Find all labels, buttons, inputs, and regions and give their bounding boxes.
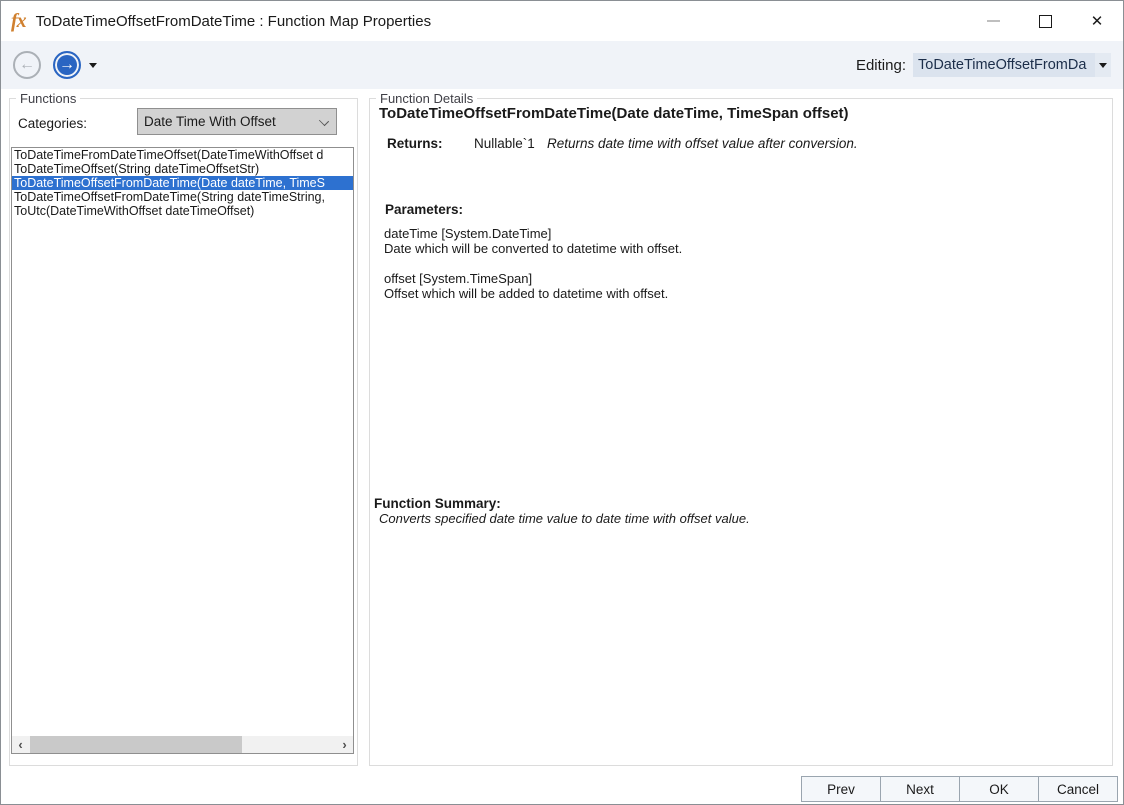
- function-list-item-selected[interactable]: ToDateTimeOffsetFromDateTime(Date dateTi…: [12, 176, 353, 190]
- function-list-item[interactable]: ToUtc(DateTimeWithOffset dateTimeOffset): [12, 204, 353, 218]
- parameter-description: Offset which will be added to datetime w…: [384, 287, 668, 302]
- scrollbar-thumb[interactable]: [30, 736, 242, 753]
- titlebar: fx ToDateTimeOffsetFromDateTime : Functi…: [1, 1, 1123, 41]
- maximize-button[interactable]: [1019, 1, 1071, 41]
- scroll-right-icon[interactable]: ›: [336, 736, 353, 753]
- function-summary-text: Converts specified date time value to da…: [379, 511, 750, 526]
- function-map-properties-dialog: fx ToDateTimeOffsetFromDateTime : Functi…: [0, 0, 1124, 805]
- function-listbox[interactable]: ToDateTimeFromDateTimeOffset(DateTimeWit…: [11, 147, 354, 754]
- scroll-left-icon[interactable]: ‹: [12, 736, 29, 753]
- parameter-block: dateTime [System.DateTime] Date which wi…: [384, 227, 682, 256]
- toolbar: ← → Editing: ToDateTimeOffsetFromDa: [1, 41, 1123, 89]
- minimize-icon: [987, 20, 1000, 22]
- cancel-button[interactable]: Cancel: [1038, 776, 1118, 802]
- minimize-button[interactable]: [967, 1, 1019, 41]
- returns-description: Returns date time with offset value afte…: [547, 136, 858, 151]
- editing-caret-icon[interactable]: [1095, 53, 1111, 77]
- function-details-legend: Function Details: [376, 91, 477, 106]
- editing-label: Editing:: [856, 57, 906, 74]
- next-button[interactable]: Next: [880, 776, 960, 802]
- function-list-item[interactable]: ToDateTimeOffset(String dateTimeOffsetSt…: [12, 162, 353, 176]
- function-list-item[interactable]: ToDateTimeFromDateTimeOffset(DateTimeWit…: [12, 148, 353, 162]
- maximize-icon: [1039, 15, 1052, 28]
- functions-legend: Functions: [16, 91, 80, 106]
- forward-button[interactable]: →: [53, 51, 81, 79]
- close-button[interactable]: ✕: [1071, 1, 1123, 41]
- window-title: ToDateTimeOffsetFromDateTime : Function …: [36, 13, 431, 30]
- parameter-declaration: offset [System.TimeSpan]: [384, 272, 668, 287]
- functions-groupbox: Functions Categories: Date Time With Off…: [9, 98, 358, 766]
- ok-button[interactable]: OK: [959, 776, 1039, 802]
- editing-combobox[interactable]: ToDateTimeOffsetFromDa: [913, 53, 1095, 77]
- returns-label: Returns:: [387, 136, 443, 151]
- parameters-label: Parameters:: [385, 202, 463, 217]
- parameter-block: offset [System.TimeSpan] Offset which wi…: [384, 272, 668, 301]
- horizontal-scrollbar[interactable]: ‹ ›: [12, 736, 353, 753]
- prev-button[interactable]: Prev: [801, 776, 881, 802]
- parameter-declaration: dateTime [System.DateTime]: [384, 227, 682, 242]
- editing-group: Editing: ToDateTimeOffsetFromDa: [856, 41, 1111, 89]
- chevron-down-icon: [319, 116, 329, 126]
- categories-value: Date Time With Offset: [144, 114, 276, 129]
- returns-type: Nullable`1: [474, 136, 535, 151]
- categories-label: Categories:: [18, 116, 87, 131]
- categories-combobox[interactable]: Date Time With Offset: [137, 108, 337, 135]
- window-controls: ✕: [967, 1, 1123, 41]
- returns-row: Returns: Nullable`1 Returns date time wi…: [387, 136, 443, 151]
- footer-buttons: Prev Next OK Cancel: [802, 776, 1118, 802]
- back-button[interactable]: ←: [13, 51, 41, 79]
- function-list-item[interactable]: ToDateTimeOffsetFromDateTime(String date…: [12, 190, 353, 204]
- forward-dropdown-caret-icon[interactable]: [89, 63, 97, 68]
- function-summary-label: Function Summary:: [374, 496, 501, 511]
- function-details-groupbox: Function Details ToDateTimeOffsetFromDat…: [369, 98, 1113, 766]
- fx-icon: fx: [11, 10, 26, 33]
- function-signature: ToDateTimeOffsetFromDateTime(Date dateTi…: [379, 105, 849, 122]
- parameter-description: Date which will be converted to datetime…: [384, 242, 682, 257]
